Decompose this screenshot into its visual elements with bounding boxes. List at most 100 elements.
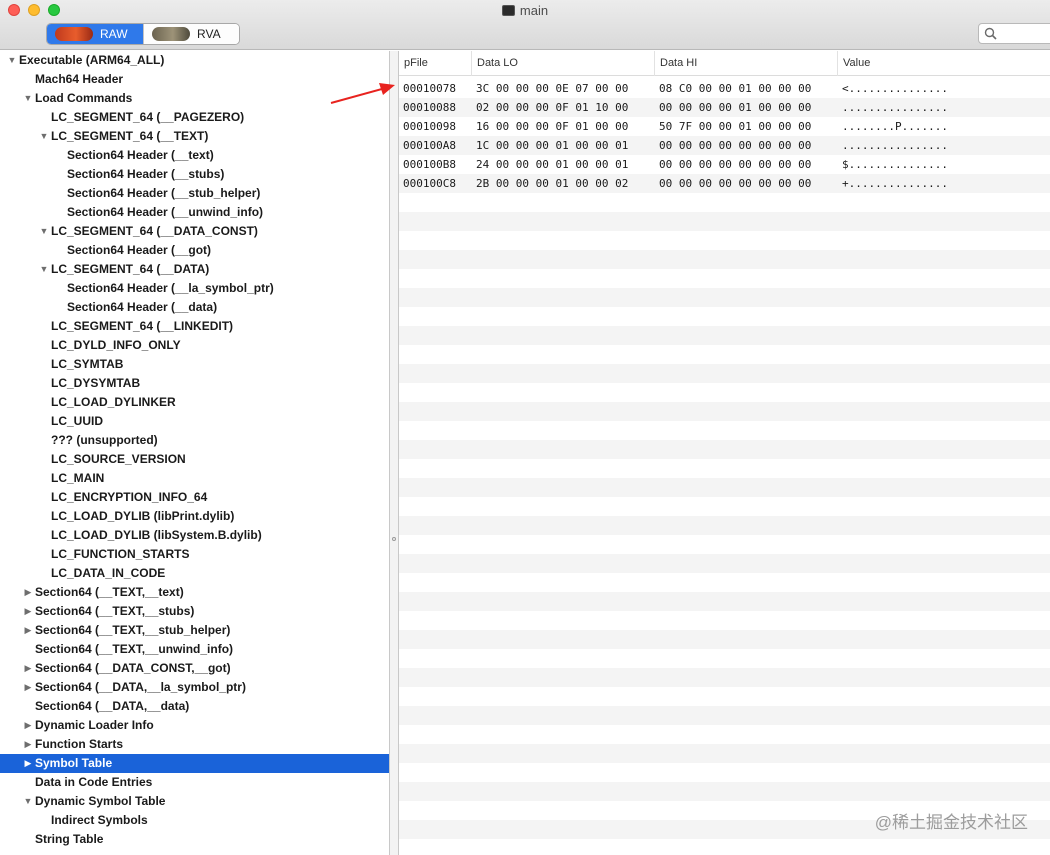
outline-item-label: Section64 (__TEXT,__text): [35, 585, 184, 599]
outline-item[interactable]: LC_LOAD_DYLIB (libPrint.dylib): [0, 507, 389, 526]
outline-item-label: Section64 (__DATA,__la_symbol_ptr): [35, 680, 246, 694]
table-row: [399, 744, 1050, 763]
column-header-data-hi[interactable]: Data HI: [655, 51, 838, 76]
disclosure-expanded-icon[interactable]: ▼: [38, 127, 50, 146]
outline-item[interactable]: LC_DYLD_INFO_ONLY: [0, 336, 389, 355]
outline-item[interactable]: Section64 (__TEXT,__unwind_info): [0, 640, 389, 659]
disclosure-collapsed-icon[interactable]: ▶: [22, 716, 34, 735]
outline-item[interactable]: ▶ Dynamic Loader Info: [0, 716, 389, 735]
outline-item-label: LC_UUID: [51, 414, 104, 428]
outline-item[interactable]: Section64 (__DATA,__data): [0, 697, 389, 716]
outline-item[interactable]: LC_ENCRYPTION_INFO_64: [0, 488, 389, 507]
table-row[interactable]: 000100B8 24 00 00 00 01 00 00 01 00 00 00 …: [399, 155, 1050, 174]
outline-item-label: Indirect Symbols: [51, 813, 148, 827]
outline-item[interactable]: ▼ Dynamic Symbol Table: [0, 792, 389, 811]
cell-pfile: 00010078: [403, 82, 456, 95]
disclosure-collapsed-icon[interactable]: ▶: [22, 602, 34, 621]
table-row[interactable]: 00010098 16 00 00 00 0F 01 00 00 50 7F 00 …: [399, 117, 1050, 136]
disclosure-collapsed-icon[interactable]: ▶: [22, 735, 34, 754]
outline-item[interactable]: Section64 Header (__stub_helper): [0, 184, 389, 203]
outline-item[interactable]: ▶ Section64 (__DATA,__la_symbol_ptr): [0, 678, 389, 697]
outline-item[interactable]: ??? (unsupported): [0, 431, 389, 450]
table-row: [399, 725, 1050, 744]
outline-item[interactable]: ▶ Section64 (__TEXT,__stubs): [0, 602, 389, 621]
outline-item[interactable]: LC_LOAD_DYLIB (libSystem.B.dylib): [0, 526, 389, 545]
disclosure-collapsed-icon[interactable]: ▶: [22, 659, 34, 678]
annotation-arrow: [330, 83, 395, 104]
outline-item[interactable]: LC_DYSYMTAB: [0, 374, 389, 393]
outline-item[interactable]: LC_MAIN: [0, 469, 389, 488]
table-row[interactable]: 000100C8 2B 00 00 00 01 00 00 02 00 00 00 …: [399, 174, 1050, 193]
outline-item[interactable]: ▼ LC_SEGMENT_64 (__TEXT): [0, 127, 389, 146]
raw-mode-icon: [55, 27, 93, 41]
cell-pfile: 00010098: [403, 120, 456, 133]
outline-item-label: LC_LOAD_DYLIB (libSystem.B.dylib): [51, 528, 262, 542]
table-row: [399, 364, 1050, 383]
outline-item-label: LC_LOAD_DYLINKER: [51, 395, 176, 409]
outline-item[interactable]: ▼ LC_SEGMENT_64 (__DATA_CONST): [0, 222, 389, 241]
disclosure-collapsed-icon[interactable]: ▶: [22, 583, 34, 602]
outline-item[interactable]: LC_SYMTAB: [0, 355, 389, 374]
table-row: [399, 706, 1050, 725]
column-header-pfile[interactable]: pFile: [399, 51, 472, 76]
disclosure-expanded-icon[interactable]: ▼: [38, 260, 50, 279]
outline-item[interactable]: Section64 Header (__data): [0, 298, 389, 317]
disclosure-expanded-icon[interactable]: ▼: [6, 51, 18, 70]
disclosure-collapsed-icon[interactable]: ▶: [22, 678, 34, 697]
outline-item[interactable]: LC_DATA_IN_CODE: [0, 564, 389, 583]
outline-item[interactable]: Section64 Header (__unwind_info): [0, 203, 389, 222]
disclosure-expanded-icon[interactable]: ▼: [22, 89, 34, 108]
outline-item[interactable]: ▶ Section64 (__DATA_CONST,__got): [0, 659, 389, 678]
outline-item[interactable]: Section64 Header (__stubs): [0, 165, 389, 184]
disclosure-collapsed-icon[interactable]: ▶: [22, 621, 34, 640]
table-row[interactable]: 00010088 02 00 00 00 0F 01 10 00 00 00 00 …: [399, 98, 1050, 117]
table-row: [399, 535, 1050, 554]
outline-item[interactable]: ▶ Section64 (__TEXT,__stub_helper): [0, 621, 389, 640]
outline-item[interactable]: LC_SEGMENT_64 (__PAGEZERO): [0, 108, 389, 127]
disclosure-expanded-icon[interactable]: ▼: [22, 792, 34, 811]
outline-item[interactable]: ▶ Section64 (__TEXT,__text): [0, 583, 389, 602]
outline-item[interactable]: ▼ LC_SEGMENT_64 (__DATA): [0, 260, 389, 279]
outline-item-label: LC_SEGMENT_64 (__DATA_CONST): [51, 224, 258, 238]
outline-item[interactable]: LC_UUID: [0, 412, 389, 431]
outline-item[interactable]: Section64 Header (__got): [0, 241, 389, 260]
outline-item[interactable]: ▼ Executable (ARM64_ALL): [0, 51, 389, 70]
outline-item[interactable]: ▶ Symbol Table: [0, 754, 389, 773]
outline-item[interactable]: ▶ Function Starts: [0, 735, 389, 754]
column-header-data-lo[interactable]: Data LO: [472, 51, 655, 76]
table-row: [399, 763, 1050, 782]
outline-item-label: Section64 Header (__stub_helper): [67, 186, 261, 200]
disclosure-expanded-icon[interactable]: ▼: [38, 222, 50, 241]
outline-item-label: Executable (ARM64_ALL): [19, 53, 165, 67]
disclosure-collapsed-icon[interactable]: ▶: [22, 754, 34, 773]
table-row[interactable]: 00010078 3C 00 00 00 0E 07 00 00 08 C0 00 …: [399, 79, 1050, 98]
outline-item[interactable]: Data in Code Entries: [0, 773, 389, 792]
symbol-table-view: pFile Data LO Data HI Value 00010078 3C 0…: [399, 51, 1050, 855]
rva-mode-icon: [152, 27, 190, 41]
outline-item[interactable]: String Table: [0, 830, 389, 849]
outline-item[interactable]: LC_FUNCTION_STARTS: [0, 545, 389, 564]
cell-pfile: 00010088: [403, 101, 456, 114]
cell-pfile: 000100C8: [403, 177, 456, 190]
table-row: [399, 592, 1050, 611]
outline-item-label: Section64 Header (__got): [67, 243, 212, 257]
structure-outline: ▼ Executable (ARM64_ALL) Mach64 Header ▼ Loa…: [0, 51, 389, 855]
column-header-value[interactable]: Value: [838, 51, 1050, 76]
table-row: [399, 345, 1050, 364]
outline-item[interactable]: Indirect Symbols: [0, 811, 389, 830]
outline-item[interactable]: LC_SOURCE_VERSION: [0, 450, 389, 469]
outline-item-label: LC_FUNCTION_STARTS: [51, 547, 190, 561]
table-row: [399, 250, 1050, 269]
table-row[interactable]: 000100A8 1C 00 00 00 01 00 00 01 00 00 00 …: [399, 136, 1050, 155]
rva-mode-button[interactable]: RVA: [143, 24, 239, 44]
raw-mode-button[interactable]: RAW: [47, 24, 143, 44]
search-field[interactable]: [978, 23, 1050, 44]
table-row: [399, 630, 1050, 649]
outline-item[interactable]: LC_SEGMENT_64 (__LINKEDIT): [0, 317, 389, 336]
cell-data-lo: 3C 00 00 00 0E 07 00 00: [476, 82, 629, 95]
outline-item[interactable]: Section64 Header (__la_symbol_ptr): [0, 279, 389, 298]
outline-item[interactable]: LC_LOAD_DYLINKER: [0, 393, 389, 412]
outline-item[interactable]: Section64 Header (__text): [0, 146, 389, 165]
split-view-divider[interactable]: [389, 51, 399, 855]
table-row: [399, 269, 1050, 288]
